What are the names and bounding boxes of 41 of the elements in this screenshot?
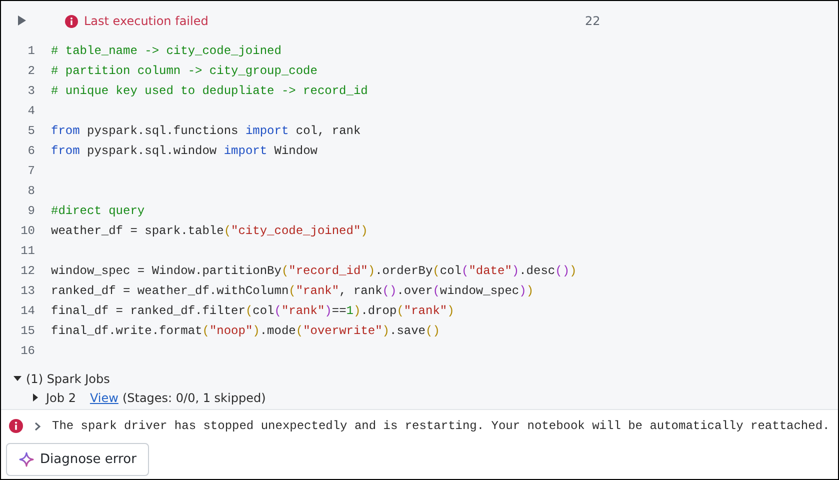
line-number: 1 [26, 44, 35, 58]
code-line: window_spec = Window.partitionBy("record_id").orderBy(col("date").desc()) [51, 264, 577, 278]
line-number: 2 [26, 64, 35, 78]
code-line: from pyspark.sql.window import Window [51, 144, 318, 158]
line-number: 12 [20, 264, 35, 278]
cell-number: 22 [585, 14, 600, 28]
line-number: 15 [20, 324, 35, 338]
code-line: ranked_df = weather_df.withColumn("rank", rank().over(window_spec)) [51, 284, 534, 298]
code-line: # unique key used to dedupliate -> record_id [51, 84, 368, 98]
code-line: from pyspark.sql.functions import col, rank [51, 124, 361, 138]
jobs-title: (1) Spark Jobs [26, 372, 110, 386]
error-icon [9, 419, 23, 433]
line-number: 4 [26, 104, 35, 118]
expand-caret-icon[interactable] [31, 393, 40, 402]
line-number: 3 [26, 84, 35, 98]
expand-chevron-icon[interactable] [33, 422, 42, 430]
diagnose-button[interactable]: Diagnose error [6, 443, 150, 476]
line-number: 9 [26, 204, 35, 218]
line-number: 13 [20, 284, 35, 298]
view-link[interactable]: View [90, 390, 118, 404]
line-number: 14 [20, 304, 35, 318]
line-number: 10 [20, 224, 35, 238]
line-number: 7 [26, 164, 35, 178]
collapse-caret-icon[interactable] [13, 374, 22, 383]
code-line: final_df = ranked_df.filter(col("rank")==1).drop("rank") [51, 304, 454, 318]
error-message: The spark driver has stopped unexpectedly and is restarting. Your notebook will be automatically reattached. [52, 419, 830, 433]
job-stages: (Stages: 0/0, 1 skipped) [122, 390, 266, 404]
code-line: #direct query [51, 204, 145, 218]
line-number: 11 [20, 244, 35, 258]
code-line: weather_df = spark.table("city_code_joined") [51, 224, 368, 238]
line-number: 16 [20, 344, 35, 358]
line-number: 5 [26, 124, 35, 138]
job-name: Job 2 [46, 390, 76, 404]
line-number: 6 [26, 144, 35, 158]
status-text: Last execution failed [84, 14, 208, 28]
code-line: # table_name -> city_code_joined [51, 44, 282, 58]
line-number: 8 [26, 184, 35, 198]
sparkle-icon [19, 452, 34, 467]
error-icon [65, 14, 78, 28]
code-line: # partition column -> city_group_code [51, 64, 318, 78]
code-line: final_df.write.format("noop").mode("overwrite").save() [51, 324, 440, 338]
